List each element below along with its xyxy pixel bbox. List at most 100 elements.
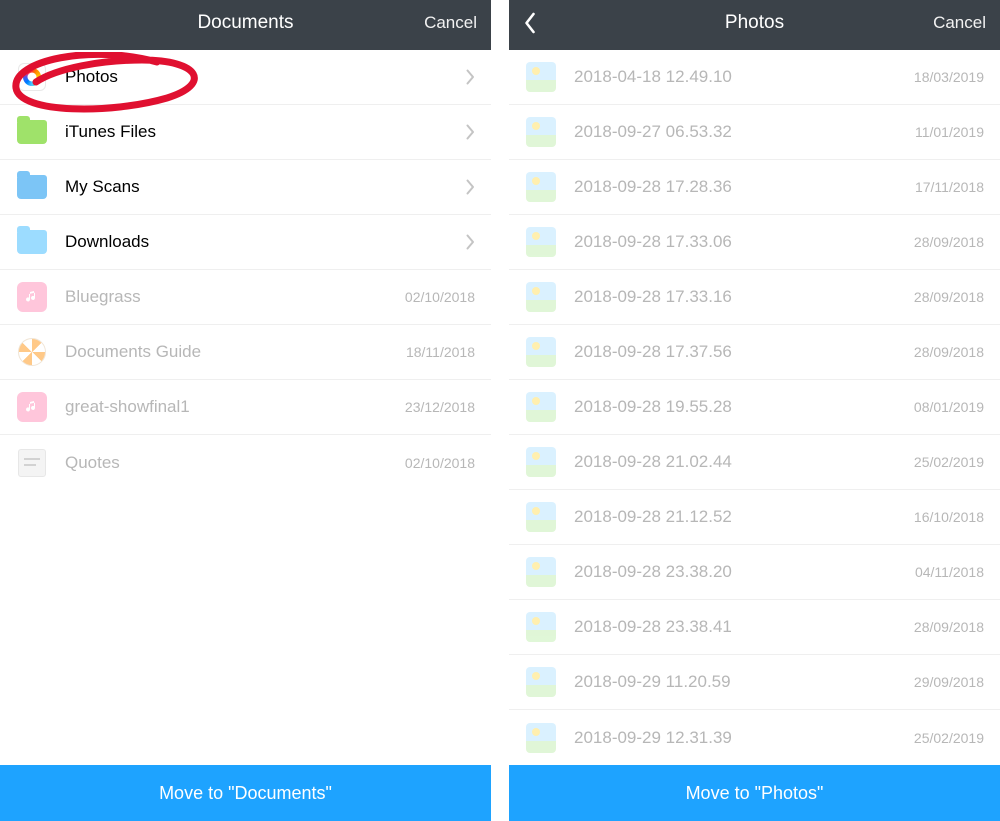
item-date: 25/02/2019 — [914, 454, 984, 470]
item-date: 28/09/2018 — [914, 289, 984, 305]
image-thumb-icon — [526, 392, 556, 422]
icon-slot — [526, 282, 556, 312]
item-date: 02/10/2018 — [405, 289, 475, 305]
back-button[interactable] — [523, 12, 536, 34]
item-date: 29/09/2018 — [914, 674, 984, 690]
cancel-button[interactable]: Cancel — [933, 13, 986, 33]
list-item[interactable]: Photos — [0, 50, 491, 105]
list-item: 2018-09-28 17.33.16 28/09/2018 — [509, 270, 1000, 325]
item-date: 17/11/2018 — [915, 179, 984, 195]
cancel-button[interactable]: Cancel — [424, 13, 477, 33]
stage: Documents Cancel Photos iTunes Files My Sc… — [0, 0, 1000, 821]
item-date: 02/10/2018 — [405, 455, 475, 471]
item-date: 28/09/2018 — [914, 619, 984, 635]
image-thumb-icon — [526, 337, 556, 367]
list-item: 2018-09-28 23.38.41 28/09/2018 — [509, 600, 1000, 655]
list-item: 2018-09-28 21.12.52 16/10/2018 — [509, 490, 1000, 545]
image-thumb-icon — [526, 117, 556, 147]
icon-slot — [526, 612, 556, 642]
list-item: great-showfinal123/12/2018 — [0, 380, 491, 435]
item-label: 2018-09-28 21.02.44 — [574, 452, 906, 472]
nav-left — [523, 12, 603, 34]
list-item: 2018-09-28 17.37.5628/09/2018 — [509, 325, 1000, 380]
icon-slot — [526, 502, 556, 532]
help-icon — [18, 338, 46, 366]
nav-bar: Documents Cancel — [0, 0, 491, 50]
list-item: 2018-09-28 23.38.20 04/11/2018 — [509, 545, 1000, 600]
list-item: Bluegrass 02/10/2018 — [0, 270, 491, 325]
list-item[interactable]: Downloads — [0, 215, 491, 270]
list-item: 2018-09-27 06.53.32 11/01/2019 — [509, 105, 1000, 160]
nav-right: Cancel — [906, 13, 986, 33]
item-label: Bluegrass — [65, 287, 397, 307]
list-item: 2018-09-29 12.31.3925/02/2019 — [509, 710, 1000, 765]
icon-slot — [17, 448, 47, 478]
photos-app-icon — [18, 63, 46, 91]
icon-slot — [526, 117, 556, 147]
text-file-icon — [18, 449, 46, 477]
image-thumb-icon — [526, 502, 556, 532]
folder-icon — [17, 120, 47, 144]
item-date: 25/02/2019 — [914, 730, 984, 746]
nav-right: Cancel — [397, 13, 477, 33]
icon-slot — [17, 172, 47, 202]
item-date: 16/10/2018 — [914, 509, 984, 525]
item-label: 2018-09-28 17.33.16 — [574, 287, 906, 307]
item-label: 2018-09-27 06.53.32 — [574, 122, 907, 142]
icon-slot — [17, 62, 47, 92]
list-item[interactable]: iTunes Files — [0, 105, 491, 160]
image-thumb-icon — [526, 612, 556, 642]
nav-title: Photos — [725, 12, 784, 34]
item-label: 2018-09-28 23.38.20 — [574, 562, 907, 582]
image-thumb-icon — [526, 667, 556, 697]
item-label: 2018-09-28 17.28.36 — [574, 177, 907, 197]
nav-bar: Photos Cancel — [509, 0, 1000, 50]
music-icon — [17, 282, 47, 312]
icon-slot — [526, 447, 556, 477]
photos-list: 2018-04-18 12.49.1018/03/20192018-09-27 … — [509, 50, 1000, 765]
item-label: 2018-09-28 21.12.52 — [574, 507, 906, 527]
image-thumb-icon — [526, 723, 556, 753]
item-label: 2018-09-28 17.33.06 — [574, 232, 906, 252]
icon-slot — [526, 337, 556, 367]
image-thumb-icon — [526, 447, 556, 477]
documents-screen: Documents Cancel Photos iTunes Files My Sc… — [0, 0, 491, 821]
list-item: Documents Guide 18/11/2018 — [0, 325, 491, 380]
item-label: 2018-09-29 11.20.59 — [574, 672, 906, 692]
list-item: 2018-09-28 17.33.06 28/09/2018 — [509, 215, 1000, 270]
folder-icon — [17, 230, 47, 254]
icon-slot — [526, 62, 556, 92]
item-date: 28/09/2018 — [914, 234, 984, 250]
folder-icon — [17, 175, 47, 199]
icon-slot — [526, 723, 556, 753]
list-item: 2018-09-29 11.20.59 29/09/2018 — [509, 655, 1000, 710]
move-to-photos-button[interactable]: Move to "Photos" — [509, 765, 1000, 821]
item-label: My Scans — [65, 177, 456, 197]
item-label: 2018-09-28 23.38.41 — [574, 617, 906, 637]
nav-title: Documents — [197, 12, 293, 34]
image-thumb-icon — [526, 172, 556, 202]
image-thumb-icon — [526, 227, 556, 257]
item-label: iTunes Files — [65, 122, 456, 142]
list-item: Quotes02/10/2018 — [0, 435, 491, 490]
item-date: 23/12/2018 — [405, 399, 475, 415]
item-date: 04/11/2018 — [915, 564, 984, 580]
icon-slot — [17, 227, 47, 257]
icon-slot — [526, 667, 556, 697]
item-date: 11/01/2019 — [915, 124, 984, 140]
action-label: Move to "Documents" — [159, 783, 332, 804]
list-item[interactable]: My Scans — [0, 160, 491, 215]
item-label: Documents Guide — [65, 342, 398, 362]
chevron-right-icon — [466, 234, 475, 250]
music-icon — [17, 392, 47, 422]
image-thumb-icon — [526, 282, 556, 312]
chevron-right-icon — [466, 179, 475, 195]
item-label: 2018-09-28 17.37.56 — [574, 342, 906, 362]
action-label: Move to "Photos" — [686, 783, 824, 804]
move-to-documents-button[interactable]: Move to "Documents" — [0, 765, 491, 821]
item-label: 2018-09-28 19.55.28 — [574, 397, 906, 417]
icon-slot — [17, 282, 47, 312]
item-date: 18/11/2018 — [406, 344, 475, 360]
item-label: Downloads — [65, 232, 456, 252]
list-item: 2018-09-28 21.02.44 25/02/2019 — [509, 435, 1000, 490]
